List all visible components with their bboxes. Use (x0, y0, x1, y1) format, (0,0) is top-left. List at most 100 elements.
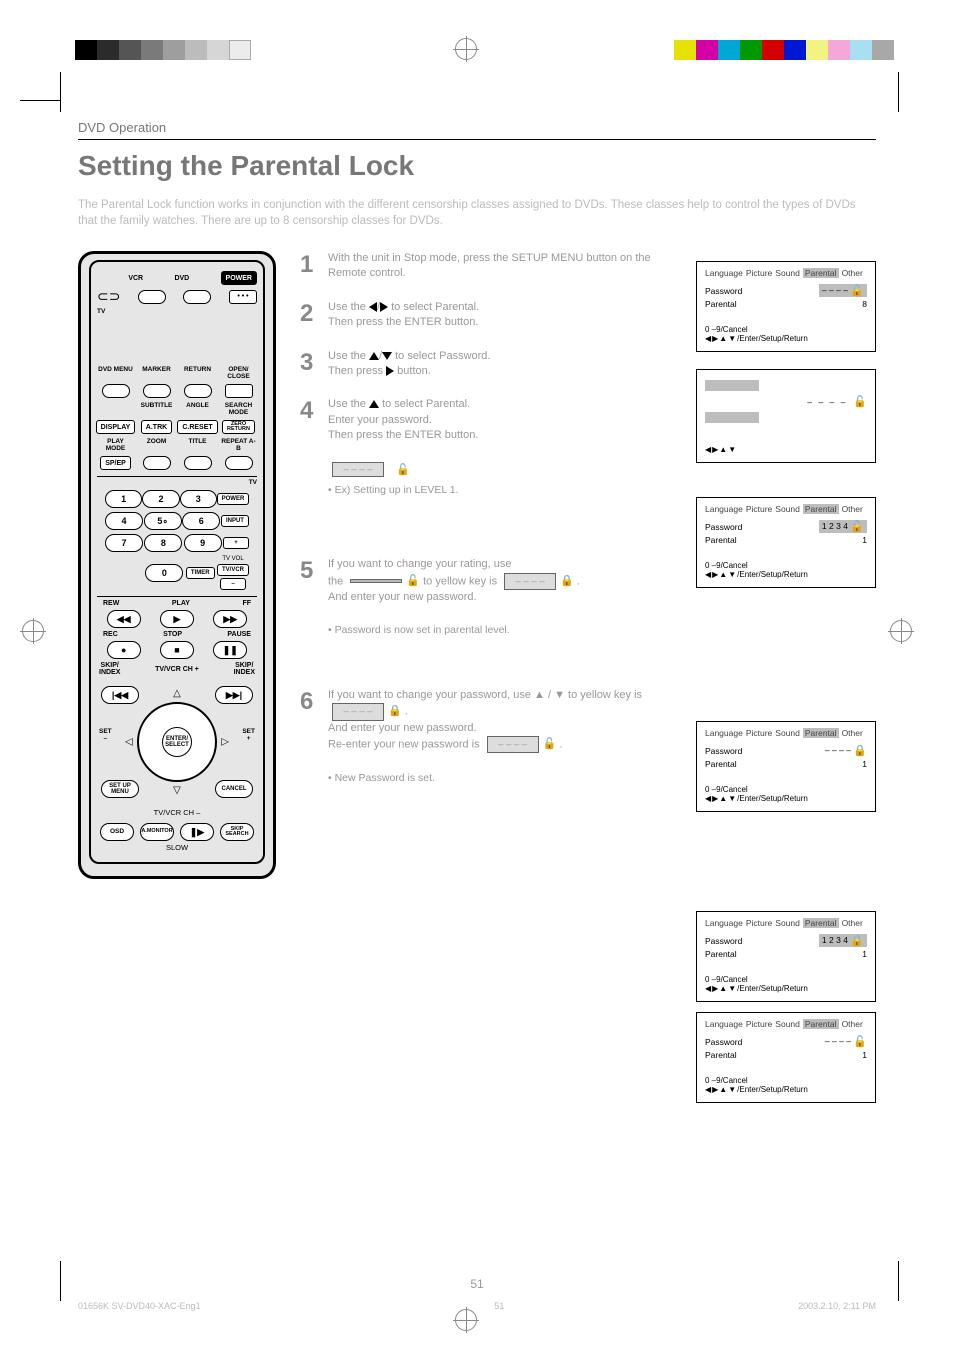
running-head: DVD Operation (78, 120, 876, 140)
remote-tv-label: TV (97, 308, 105, 315)
remote-play-button[interactable]: ▶ (160, 610, 194, 628)
remote-control-diagram: VCR DVD POWER ⊂⊃ • • • TV (78, 251, 276, 879)
remote-input-button[interactable]: INPUT (221, 515, 249, 527)
lock-icon: 🔓 (853, 1035, 867, 1048)
remote-label: DVD MENU (98, 366, 133, 380)
remote-tvvol-label: TV VOL (222, 556, 243, 562)
remote-amonitor-button[interactable]: A.MONITOR (140, 823, 174, 841)
remote-openclose-button[interactable] (225, 384, 253, 398)
inline-box: – – – – (504, 573, 556, 590)
step-4: 4 Use the to select Parental.Enter your … (300, 397, 680, 443)
remote-tvvcr-button[interactable]: TV/VCR (217, 564, 249, 576)
remote-num-9[interactable]: 9 (184, 534, 222, 552)
osd-parental-value: 8 (862, 299, 867, 309)
remote-slow-button[interactable]: ❚▶ (180, 823, 214, 841)
remote-spep-button[interactable]: SP/EP (100, 456, 131, 470)
remote-power-led: • • • (229, 290, 257, 304)
remote-display-button[interactable]: DISPLAY (96, 420, 136, 434)
remote-ff-button[interactable]: ▶▶ (213, 610, 247, 628)
remote-power-button[interactable]: POWER (221, 271, 257, 285)
osd-tab-selected: Parental (803, 268, 839, 278)
remote-label: SET – (99, 728, 112, 742)
remote-stop-button[interactable]: ■ (160, 641, 194, 659)
remote-voldown-button[interactable]: – (220, 578, 246, 590)
remote-label: SKIP/ INDEX (234, 662, 255, 676)
remote-label: SET + (242, 728, 255, 742)
inline-box (350, 579, 402, 583)
remote-dvd-mode[interactable] (183, 290, 211, 304)
remote-label: FF (242, 600, 251, 607)
lock-icon: 🔓 (853, 395, 867, 408)
osd-panel-3: Language Picture Sound Parental Other Pa… (696, 497, 876, 588)
remote-label: SUBTITLE (141, 402, 173, 416)
step-1: 1 With the unit in Stop mode, press the … (300, 251, 680, 282)
lock-icon: 🔒 (853, 744, 867, 757)
remote-marker-button[interactable] (143, 384, 171, 398)
remote-num-5[interactable]: 5∘ (144, 512, 182, 530)
remote-tv-power-button[interactable]: POWER (217, 493, 249, 505)
step-6-hint: • New Password is set. (328, 771, 680, 786)
remote-num-0[interactable]: 0 (145, 564, 183, 582)
remote-cancel-button[interactable]: CANCEL (215, 780, 253, 798)
remote-setup-button[interactable]: SET UP MENU (101, 780, 139, 798)
step-4-hint: • Ex) Setting up in LEVEL 1. (328, 483, 680, 498)
osd-tab: Sound (775, 268, 800, 278)
remote-num-3[interactable]: 3 (180, 490, 217, 508)
remote-rew-button[interactable]: ◀◀ (107, 610, 141, 628)
remote-dvdmenu-button[interactable] (102, 384, 130, 398)
step-5: 5 If you want to change your rating, use… (300, 557, 680, 605)
remote-zoom-button[interactable] (143, 456, 171, 470)
remote-num-7[interactable]: 7 (105, 534, 143, 552)
remote-vcr-mode[interactable] (138, 290, 166, 304)
remote-label: RETURN (184, 366, 211, 380)
remote-dpad[interactable]: ENTER/ SELECT △ ▽ ◁ ▷ |◀◀ ▶▶| SET UP MEN… (97, 682, 257, 802)
intro-text: The Parental Lock function works in conj… (78, 198, 858, 229)
remote-osd-button[interactable]: OSD (100, 823, 134, 841)
step-2: 2 Use the / to select Parental.Then pres… (300, 300, 680, 331)
remote-repeatab-button[interactable] (225, 456, 253, 470)
lock-icon: 🔓 (850, 284, 864, 297)
remote-timer-button[interactable]: TIMER (186, 567, 215, 579)
remote-title-button[interactable] (184, 456, 212, 470)
step-6: 6 If you want to change your password, u… (300, 688, 680, 753)
remote-atrk-button[interactable]: A.TRK (141, 420, 172, 434)
remote-label: MARKER (142, 366, 171, 380)
remote-creset-button[interactable]: C.RESET (177, 420, 217, 434)
lock-icon: 🔓 (850, 520, 864, 533)
osd-tab: Other (842, 268, 863, 278)
remote-label: REW (103, 600, 119, 607)
page-number: 51 (470, 1277, 483, 1291)
remote-slow-label: SLOW (97, 843, 257, 852)
osd-panel-6: Language Picture Sound Parental Other Pa… (696, 1012, 876, 1103)
remote-rec-button[interactable]: ● (107, 641, 141, 659)
remote-num-8[interactable]: 8 (144, 534, 182, 552)
osd-panel-1: Language Picture Sound Parental Other Pa… (696, 261, 876, 352)
osd-tab: Picture (746, 268, 772, 278)
remote-skipsearch-button[interactable]: SKIP SEARCH (220, 823, 254, 841)
inline-password-example: – – – – 🔓 (328, 462, 680, 477)
remote-return-button[interactable] (184, 384, 212, 398)
remote-enter-button[interactable]: ENTER/ SELECT (162, 727, 192, 757)
remote-label-vcr: VCR (128, 275, 143, 282)
remote-label: PAUSE (227, 631, 251, 638)
remote-skipindex-next[interactable]: ▶▶| (215, 686, 253, 704)
remote-label: REC (103, 631, 118, 638)
remote-label: STOP (163, 631, 182, 638)
lock-icon: 🔒 (850, 934, 864, 947)
osd-panel-4: Language Picture Sound Parental Other Pa… (696, 721, 876, 812)
remote-label: PLAY (172, 600, 190, 607)
remote-volup-button[interactable]: + (223, 537, 249, 549)
footer: 01656K SV-DVD40-XAC-Eng1 51 2003.2.10, 2… (78, 1301, 876, 1311)
remote-pause-button[interactable]: ❚❚ (213, 641, 247, 659)
remote-label: PLAY MODE (97, 438, 134, 452)
osd-tab: Language (705, 268, 743, 278)
remote-skipindex-prev[interactable]: |◀◀ (101, 686, 139, 704)
remote-num-1[interactable]: 1 (105, 490, 142, 508)
osd-password-value: – – – – 🔓 (819, 284, 867, 297)
remote-num-6[interactable]: 6 (182, 512, 220, 530)
osd-panel-2: – – – – 🔓 ◀▶▲▼ (696, 369, 876, 463)
remote-zeroreturn-button[interactable]: ZERO RETURN (222, 420, 255, 434)
remote-num-2[interactable]: 2 (142, 490, 179, 508)
remote-num-4[interactable]: 4 (105, 512, 143, 530)
step-5-hint: • Password is now set in parental level. (328, 623, 680, 638)
